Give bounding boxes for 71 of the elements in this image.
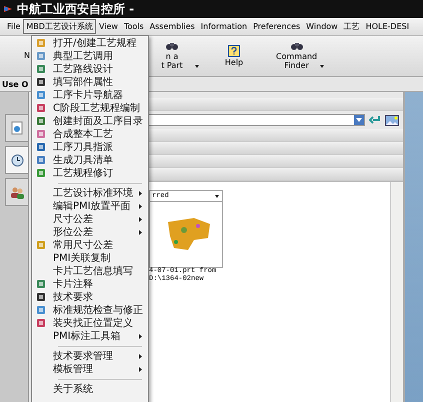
scrollbar[interactable] bbox=[390, 182, 403, 402]
menu-item[interactable]: 形位公差 bbox=[32, 226, 148, 239]
menu-item[interactable]: 创建封面及工序目录 bbox=[32, 115, 148, 128]
menu-item[interactable]: 工艺 bbox=[340, 19, 363, 34]
caret-icon bbox=[195, 65, 199, 68]
submenu-arrow-icon bbox=[139, 217, 142, 222]
side-tab[interactable] bbox=[5, 114, 28, 142]
window-title: 中航工业西安自控所 - bbox=[17, 0, 134, 18]
binoculars-icon bbox=[290, 41, 304, 52]
menu-item[interactable]: MBD工艺设计系统 bbox=[23, 19, 96, 34]
menu-item[interactable]: 典型工艺调用 bbox=[32, 50, 148, 63]
menu-item[interactable]: Assemblies bbox=[146, 20, 198, 33]
menu-item[interactable]: 尺寸公差 bbox=[32, 213, 148, 226]
menu-item[interactable]: 常用尺寸公差 bbox=[32, 239, 148, 252]
menu-item[interactable]: Window bbox=[303, 20, 341, 33]
menu-item[interactable]: 打开/创建工艺规程 bbox=[32, 37, 148, 50]
submenu-arrow-icon bbox=[139, 334, 142, 339]
submenu-arrow-icon bbox=[139, 367, 142, 372]
caret-icon bbox=[215, 194, 219, 198]
menu-item[interactable]: Tools bbox=[120, 20, 147, 33]
toolbar-label: N bbox=[24, 52, 30, 60]
menu-item[interactable]: 合成整本工艺 bbox=[32, 128, 148, 141]
menu-item[interactable]: Information bbox=[198, 20, 250, 33]
document-icon bbox=[11, 121, 23, 135]
back-arrow-icon[interactable] bbox=[369, 115, 381, 125]
side-tab[interactable] bbox=[5, 178, 28, 206]
menu-item[interactable]: 填写部件属性 bbox=[32, 76, 148, 89]
menu-item[interactable]: 卡片注释 bbox=[32, 278, 148, 291]
menu-item[interactable]: Preferences bbox=[250, 20, 304, 33]
menu-item[interactable]: 标准规范检查与修正 bbox=[32, 304, 148, 317]
section-label: Use O bbox=[2, 80, 28, 88]
menu-item[interactable]: 技术要求管理 bbox=[32, 350, 148, 363]
menu-item[interactable]: View bbox=[96, 20, 121, 33]
caret-icon bbox=[320, 65, 324, 68]
menu-item[interactable]: 工序卡片导航器 bbox=[32, 89, 148, 102]
toolbar-button[interactable]: Help bbox=[214, 36, 262, 76]
menu-item[interactable]: File bbox=[4, 20, 24, 33]
toolbar-label: Command Finder bbox=[276, 53, 318, 71]
binoculars-icon bbox=[165, 41, 179, 52]
menu-item[interactable]: 编辑PMI放置平面 bbox=[32, 200, 148, 213]
image-icon[interactable] bbox=[385, 114, 399, 126]
help-icon bbox=[228, 44, 240, 57]
menu-item[interactable]: PMI标注工具箱 bbox=[32, 330, 148, 343]
dropdown-icon bbox=[354, 115, 364, 125]
users-icon bbox=[10, 186, 24, 198]
menu-item[interactable]: 装夹找正位置定义 bbox=[32, 317, 148, 330]
toolbar-label: Help bbox=[224, 58, 244, 68]
toolbar-label: n a t Part bbox=[161, 53, 183, 71]
menu-item[interactable]: 工艺路线设计 bbox=[32, 63, 148, 76]
toolbar-button[interactable]: Command Finder bbox=[276, 36, 326, 76]
menu-item[interactable]: 工序刀具指派 bbox=[32, 141, 148, 154]
menu-item[interactable]: 卡片工艺信息填写 bbox=[32, 265, 148, 278]
menu-item[interactable]: C阶段工艺规程编制 bbox=[32, 102, 148, 115]
menu-item[interactable]: PMI关联复制 bbox=[32, 252, 148, 265]
menu-item[interactable]: 关于系统 bbox=[32, 383, 148, 396]
submenu-arrow-icon bbox=[139, 354, 142, 359]
submenu-arrow-icon bbox=[139, 191, 142, 196]
submenu-arrow-icon bbox=[139, 230, 142, 235]
menu-item[interactable]: 模板管理 bbox=[32, 363, 148, 376]
side-tab[interactable] bbox=[5, 146, 28, 174]
menu-item[interactable]: 工艺设计标准环境 bbox=[32, 187, 148, 200]
app-logo-icon bbox=[3, 4, 13, 14]
menu-item[interactable]: 技术要求 bbox=[32, 291, 148, 304]
tool-icon bbox=[36, 240, 46, 250]
clock-icon bbox=[10, 154, 24, 166]
menu-item[interactable]: HOLE-DESI bbox=[362, 20, 412, 33]
toolbar-button[interactable]: N bbox=[0, 36, 30, 76]
menu-item[interactable]: 工艺规程修订 bbox=[32, 167, 148, 180]
toolbar-button[interactable]: n a t Part bbox=[152, 36, 200, 76]
menu-item[interactable]: 生成刀具清单 bbox=[32, 154, 148, 167]
submenu-arrow-icon bbox=[139, 204, 142, 209]
